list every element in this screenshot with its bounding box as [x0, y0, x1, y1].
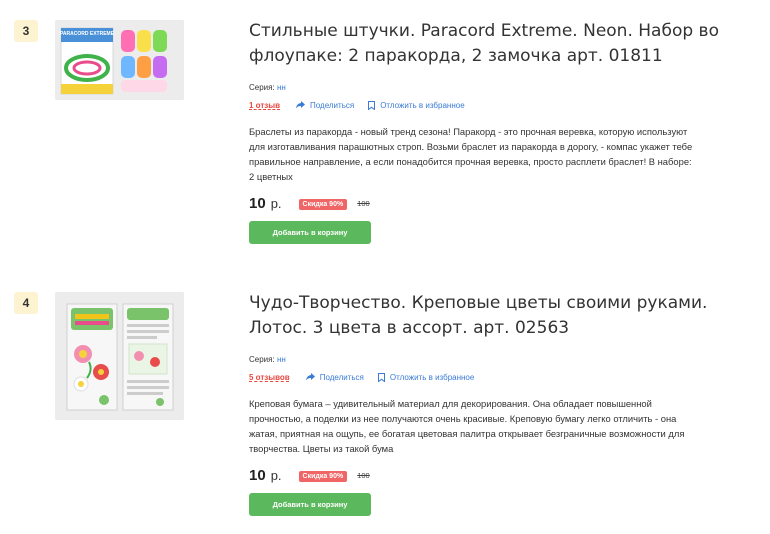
product-number-badge: 4 [14, 292, 38, 314]
product-series: Серия: нн [249, 355, 286, 364]
product-number-badge: 3 [14, 20, 38, 42]
crepe-flowers-package-image [55, 292, 184, 420]
price-row: 10 р. Скидка 90% 100 [249, 467, 370, 484]
product-image[interactable]: PARACORD EXTREME [55, 20, 184, 100]
share-label: Поделиться [310, 100, 355, 110]
old-price: 100 [357, 471, 370, 480]
reviews-link[interactable]: 1 отзыв [249, 101, 280, 110]
reviews-link[interactable]: 5 отзывов [249, 373, 290, 382]
image-title-text: PARACORD EXTREME [60, 31, 115, 37]
currency: р. [270, 468, 282, 483]
share-label: Поделиться [319, 372, 364, 382]
current-price: 10 [249, 467, 266, 484]
bookmark-icon [368, 100, 376, 110]
product-description: Браслеты из паракорда - новый тренд сезо… [249, 126, 693, 182]
share-button[interactable]: Поделиться [305, 372, 364, 382]
discount-badge: Скидка 90% [298, 471, 348, 482]
series-label: Серия: [249, 355, 275, 364]
add-to-favorites-button[interactable]: Отложить в избранное [368, 100, 465, 110]
series-label: Серия: [249, 83, 275, 92]
price-row: 10 р. Скидка 90% 100 [249, 195, 370, 212]
favorite-label: Отложить в избранное [389, 372, 475, 382]
product-image[interactable] [55, 292, 184, 420]
add-to-favorites-button[interactable]: Отложить в избранное [377, 372, 475, 382]
share-arrow-icon [296, 101, 306, 109]
old-price: 100 [357, 199, 370, 208]
series-value-link[interactable]: нн [277, 83, 286, 92]
product-actions: 1 отзыв Поделиться Отложить в избранное [249, 99, 479, 111]
currency: р. [270, 196, 282, 211]
share-button[interactable]: Поделиться [296, 101, 354, 110]
share-arrow-icon [305, 373, 315, 381]
add-to-cart-button[interactable]: Добавить в корзину [249, 493, 371, 516]
current-price: 10 [249, 195, 266, 212]
product-title[interactable]: Чудо-Творчество. Креповые цветы своими р… [249, 291, 729, 341]
discount-badge: Скидка 90% [298, 199, 348, 210]
product-card: 3 PARACORD EXTREME Стильные штучки. Para… [0, 0, 770, 260]
product-actions: 5 отзывов Поделиться Отложить в избранно… [249, 371, 488, 383]
product-description: Креповая бумага – удивительный материал … [249, 398, 685, 454]
product-card: 4 Чудо-Творчество. Креповые цветы своими… [0, 272, 770, 532]
paracord-package-image: PARACORD EXTREME [55, 20, 184, 100]
add-to-cart-button[interactable]: Добавить в корзину [249, 221, 371, 244]
series-value-link[interactable]: нн [277, 355, 286, 364]
product-title[interactable]: Стильные штучки. Paracord Extreme. Neon.… [249, 19, 729, 69]
bookmark-icon [377, 372, 385, 382]
favorite-label: Отложить в избранное [380, 100, 465, 110]
product-series: Серия: нн [249, 83, 286, 92]
